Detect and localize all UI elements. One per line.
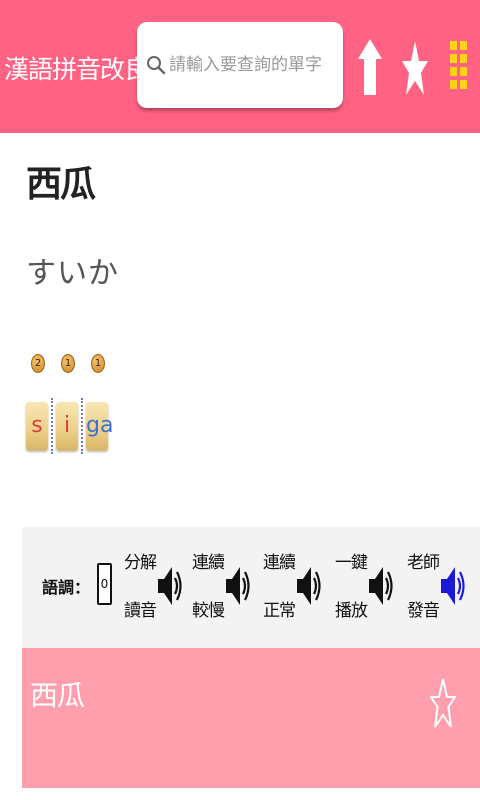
star-outline-icon[interactable] — [430, 676, 456, 730]
audio-button-label: 讀音 — [124, 601, 157, 621]
grid-menu-icon — [450, 41, 467, 89]
star-icon — [402, 41, 428, 95]
pinyin-tile[interactable]: ga — [86, 402, 113, 450]
tile-divider — [51, 398, 53, 454]
tone-label: 語調： — [42, 578, 91, 597]
tile-divider — [81, 398, 83, 454]
audio-button-label: 播放 — [335, 601, 368, 621]
pinyin-tiles: 2 s 1 i 1 ga — [26, 354, 126, 484]
favorite-button[interactable] — [396, 34, 434, 100]
audio-button-label: 連續 — [192, 553, 225, 573]
word-title: 西瓜 — [26, 163, 96, 205]
word-kana: すいか — [26, 256, 119, 291]
speaker-icon — [226, 567, 250, 605]
audio-button-label: 較慢 — [192, 601, 225, 621]
audio-toolbar: 語調： 0 分解 讀音 連續 較慢 連續 正常 一鍵 播放 老師 發音 — [22, 527, 480, 648]
speaker-icon — [297, 567, 321, 605]
tone-badge: 2 — [31, 354, 45, 373]
pinyin-tile[interactable]: s — [26, 402, 48, 450]
pinyin-tile[interactable]: i — [56, 402, 78, 450]
word-list-item[interactable]: 西瓜 — [22, 648, 480, 788]
audio-button-label: 分解 — [124, 553, 157, 573]
app-header: 漢語拼音改良版 — [0, 0, 480, 133]
grid-menu-button[interactable] — [440, 34, 478, 100]
audio-button-label: 一鍵 — [335, 553, 368, 573]
speaker-icon — [441, 567, 465, 605]
speaker-icon — [158, 567, 182, 605]
audio-button-label: 發音 — [407, 601, 440, 621]
tone-badge: 1 — [91, 354, 105, 373]
home-button[interactable] — [351, 34, 389, 100]
search-icon — [147, 56, 166, 75]
search-box[interactable] — [137, 22, 343, 108]
tone-badge: 1 — [61, 354, 75, 373]
search-input[interactable] — [169, 46, 339, 84]
audio-button-label: 連續 — [263, 553, 296, 573]
audio-button-label: 老師 — [407, 553, 440, 573]
list-item-word: 西瓜 — [30, 679, 85, 712]
tone-toggle[interactable]: 0 — [97, 563, 112, 605]
home-icon — [358, 39, 382, 95]
speaker-icon — [369, 567, 393, 605]
audio-button-label: 正常 — [263, 601, 296, 621]
